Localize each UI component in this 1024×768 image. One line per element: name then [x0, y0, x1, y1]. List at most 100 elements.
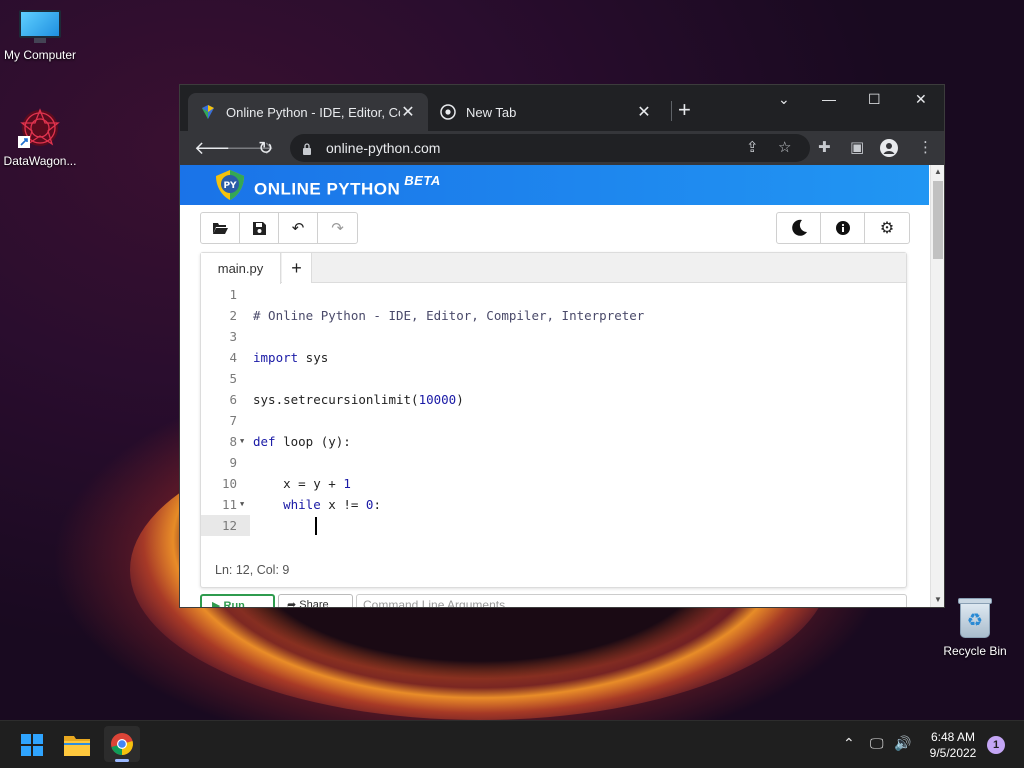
- reload-button[interactable]: ↻: [258, 137, 273, 159]
- desktop-icon-datawagon[interactable]: DataWagon...: [0, 106, 80, 168]
- code-line[interactable]: 6 sys.setrecursionlimit(10000): [201, 389, 906, 410]
- open-folder-button[interactable]: [201, 213, 240, 243]
- line-number: 10: [221, 476, 237, 491]
- taskbar: ⌃ 🖵 🔊 6:48 AM 9/5/2022 1: [0, 720, 1024, 768]
- tab-title: New Tab: [466, 104, 517, 120]
- menu-kebab-icon[interactable]: ⋮: [918, 139, 933, 157]
- settings-button[interactable]: ⚙: [865, 213, 909, 243]
- extensions-icon[interactable]: ✚: [818, 139, 831, 157]
- chrome-icon: [111, 733, 133, 755]
- share-icon[interactable]: ⇪: [746, 139, 759, 157]
- settings-toolbar: ⚙: [776, 212, 910, 244]
- code-line[interactable]: 9: [201, 452, 906, 473]
- code-line[interactable]: 8 ▼ def loop (y):: [201, 431, 906, 452]
- line-number: 8: [229, 434, 237, 449]
- clock-time: 6:48 AM: [930, 730, 976, 744]
- tab-online-python[interactable]: Online Python - IDE, Editor, Comp ✕: [188, 93, 428, 131]
- close-window-button[interactable]: ✕: [915, 91, 927, 108]
- desktop-icon-my-computer[interactable]: My Computer: [0, 10, 80, 62]
- tab-strip: Online Python - IDE, Editor, Comp ✕ New …: [180, 85, 944, 131]
- page-scrollbar[interactable]: ▲ ▼: [930, 165, 944, 607]
- command-line-args-input[interactable]: Command Line Arguments: [356, 594, 907, 607]
- scroll-down-icon[interactable]: ▼: [931, 595, 944, 604]
- run-button[interactable]: ▶ Run: [200, 594, 275, 608]
- dark-mode-button[interactable]: [777, 213, 821, 243]
- profile-icon[interactable]: [880, 139, 898, 162]
- line-text: def loop (y):: [253, 434, 351, 449]
- online-python-logo-icon: PY: [216, 170, 244, 200]
- redo-icon: ↷: [331, 220, 344, 237]
- gears-icon: ⚙: [879, 220, 895, 237]
- desktop-icon-label: My Computer: [3, 48, 77, 62]
- address-bar[interactable]: online-python.com: [290, 134, 810, 162]
- line-text: [253, 515, 313, 536]
- code-line[interactable]: 10 x = y + 1: [201, 473, 906, 494]
- tab-search-button[interactable]: ⌄: [778, 91, 790, 108]
- maximize-button[interactable]: ☐: [868, 91, 881, 108]
- network-icon[interactable]: 🖵: [870, 735, 884, 752]
- tray-overflow-icon[interactable]: ⌃: [843, 735, 855, 752]
- fold-arrow-icon[interactable]: ▼: [240, 494, 244, 515]
- folder-open-icon: [213, 223, 228, 234]
- code-area[interactable]: 1 2 # Online Python - IDE, Editor, Compile…: [201, 284, 906, 544]
- add-file-button[interactable]: +: [282, 253, 312, 283]
- undo-button[interactable]: ↶: [279, 213, 318, 243]
- save-button[interactable]: [240, 213, 279, 243]
- tab-title: Online Python - IDE, Editor, Comp: [226, 104, 400, 120]
- minimize-button[interactable]: —: [822, 91, 836, 107]
- line-number: 4: [229, 350, 237, 365]
- site-brand[interactable]: ONLINE PYTHON BETA: [254, 173, 441, 200]
- code-line[interactable]: 2 # Online Python - IDE, Editor, Compiler…: [201, 305, 906, 326]
- text-cursor: [315, 517, 317, 535]
- fold-arrow-icon[interactable]: ▼: [240, 431, 244, 452]
- scroll-up-icon[interactable]: ▲: [931, 167, 944, 176]
- clock-date: 9/5/2022: [929, 746, 977, 760]
- line-text: x = y + 1: [253, 476, 351, 491]
- lock-icon: [302, 142, 312, 155]
- code-line[interactable]: 7: [201, 410, 906, 431]
- scroll-thumb[interactable]: [933, 181, 943, 259]
- file-explorer-icon[interactable]: [64, 734, 90, 756]
- code-line[interactable]: 1: [201, 284, 906, 305]
- share-label: Share: [299, 599, 329, 608]
- tab-close-icon[interactable]: ✕: [636, 102, 652, 122]
- redo-button[interactable]: ↷: [318, 213, 357, 243]
- chrome-taskbar-button[interactable]: [104, 726, 140, 762]
- line-number: 6: [229, 392, 237, 407]
- chrome-favicon-icon: [440, 104, 456, 120]
- editor-tabs: main.py +: [201, 253, 906, 284]
- tab-new-tab[interactable]: New Tab ✕: [428, 93, 664, 131]
- side-panel-icon[interactable]: ▣: [850, 139, 864, 157]
- datawagon-icon: [18, 106, 62, 150]
- run-label: Run: [223, 600, 245, 608]
- brand-badge: BETA: [404, 173, 441, 188]
- code-line[interactable]: 12: [201, 515, 906, 536]
- desktop-icon-label: DataWagon...: [3, 154, 77, 168]
- line-number: 11: [221, 497, 237, 512]
- code-line[interactable]: 4 import sys: [201, 347, 906, 368]
- tab-close-icon[interactable]: ✕: [400, 102, 416, 122]
- line-number: 7: [229, 413, 237, 428]
- url-text: online-python.com: [326, 140, 441, 156]
- new-tab-button[interactable]: +: [678, 99, 691, 121]
- info-button[interactable]: [821, 213, 865, 243]
- windows-start-icon[interactable]: [21, 734, 43, 756]
- code-line[interactable]: 3: [201, 326, 906, 347]
- line-number: 5: [229, 371, 237, 386]
- editor-tab-main-py[interactable]: main.py: [201, 253, 281, 284]
- taskbar-clock[interactable]: 6:48 AM 9/5/2022: [918, 729, 988, 761]
- notification-badge[interactable]: 1: [987, 736, 1005, 754]
- site-header: PY ONLINE PYTHON BETA: [180, 165, 929, 205]
- line-text: while x != 0:: [283, 497, 381, 512]
- online-python-favicon-icon: [202, 105, 214, 119]
- volume-icon[interactable]: 🔊: [894, 735, 911, 752]
- line-number: 9: [229, 455, 237, 470]
- active-app-indicator: [115, 759, 129, 762]
- bookmark-star-icon[interactable]: ☆: [778, 139, 791, 157]
- code-line[interactable]: 11 ▼ while x != 0:: [201, 494, 906, 515]
- code-line[interactable]: 5: [201, 368, 906, 389]
- line-text: # Online Python - IDE, Editor, Compiler,…: [253, 308, 645, 323]
- desktop-icon-recycle-bin[interactable]: ♻ Recycle Bin: [935, 596, 1015, 658]
- brand-name: ONLINE PYTHON: [254, 179, 401, 199]
- share-button[interactable]: ➦ Share: [278, 594, 353, 608]
